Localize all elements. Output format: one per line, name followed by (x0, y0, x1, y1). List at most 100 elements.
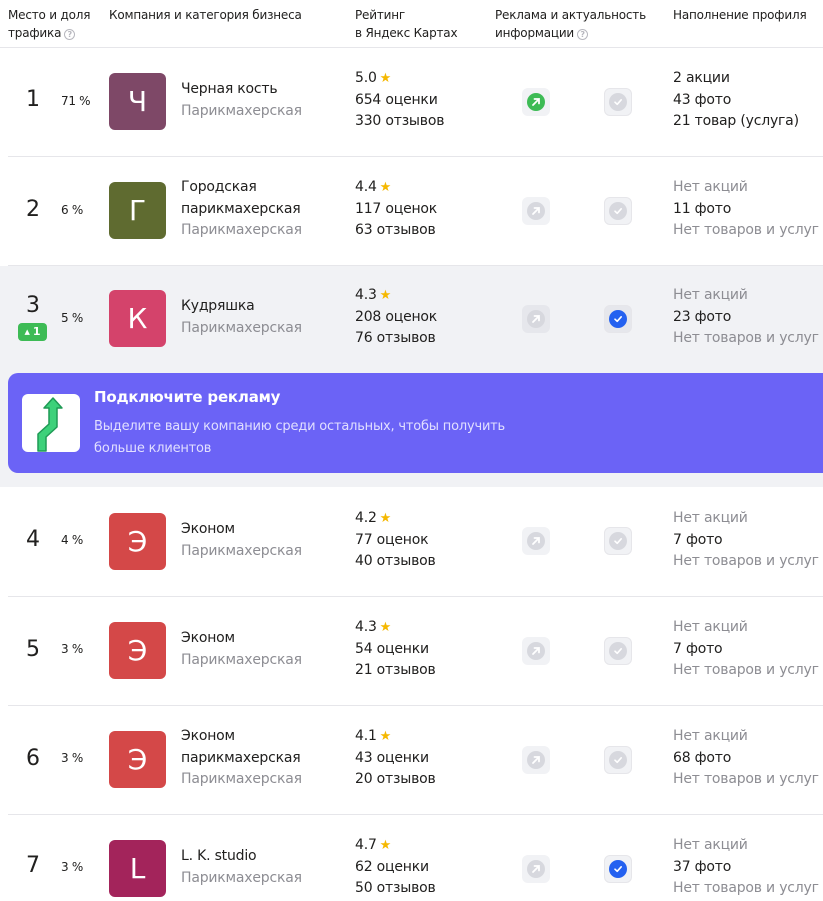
company-name[interactable]: L. K. studio (181, 846, 341, 868)
promo-banner[interactable]: Подключите рекламу Выделите вашу компани… (8, 373, 823, 473)
photos-count: 11 фото (673, 200, 732, 217)
info-actual-icon[interactable] (604, 88, 632, 116)
help-icon[interactable]: ? (577, 29, 589, 40)
traffic-share: 5 % (61, 311, 83, 325)
promo-title: Подключите рекламу (94, 388, 281, 406)
rank-change-badge: ▲ 1 (18, 323, 47, 341)
help-icon[interactable]: ? (64, 29, 76, 40)
avatar: L (109, 840, 166, 897)
rating-info: 4.2 ★ 77 оценок 40 отзывов (355, 508, 436, 573)
ratings-count: 54 оценки (355, 640, 429, 657)
promo-text: Выделите вашу компанию среди остальных, … (94, 419, 506, 456)
rank-number: 5 (26, 637, 40, 662)
company-name-line2[interactable]: парикмахерская (181, 199, 341, 221)
rating-info: 4.3 ★ 208 оценок 76 отзывов (355, 285, 437, 350)
actions-count: Нет акций (673, 837, 748, 853)
rating-info: 4.3 ★ 54 оценки 21 отзывов (355, 617, 436, 682)
table-row-current[interactable]: 3 ▲ 1 5 % К Кудряшка Парикмахерская 4.3 ★ … (0, 266, 823, 365)
growth-arrow-icon (22, 394, 80, 452)
rank-number: 7 (26, 853, 40, 878)
reviews-count: 63 отзывов (355, 222, 436, 238)
company-info[interactable]: L. K. studio Парикмахерская (181, 846, 341, 889)
company-name[interactable]: Городская (181, 177, 341, 199)
company-info[interactable]: Эконом Парикмахерская (181, 628, 341, 671)
actions-count: Нет акций (673, 179, 748, 195)
ad-status-icon[interactable] (522, 197, 550, 225)
info-actual-icon[interactable] (604, 305, 632, 333)
header-rating: Рейтинг в Яндекс Картах (355, 8, 458, 40)
info-actual-icon[interactable] (604, 855, 632, 883)
star-icon: ★ (379, 288, 392, 303)
table-row[interactable]: 6 3 % Э Эконом парикмахерская Парикмахер… (8, 706, 823, 815)
photos-count: 23 фото (673, 308, 732, 325)
rating-info: 4.7 ★ 62 оценки 50 отзывов (355, 835, 436, 900)
traffic-share: 3 % (61, 860, 83, 874)
company-name[interactable]: Эконом (181, 726, 341, 748)
goods-count: Нет товаров и услуг (673, 330, 819, 346)
avatar: К (109, 290, 166, 347)
table-row[interactable]: 2 6 % Г Городская парикмахерская Парикма… (8, 157, 823, 266)
company-category: Парикмахерская (181, 319, 302, 336)
company-name-line2[interactable]: парикмахерская (181, 748, 341, 770)
photos-count: 7 фото (673, 531, 723, 548)
rating-value: 4.3 (355, 287, 377, 303)
star-icon: ★ (379, 620, 392, 635)
rank-number: 2 (26, 197, 40, 222)
rank-number: 4 (26, 527, 40, 552)
profile-fill: Нет акций 68 фото Нет товаров и услуг (673, 726, 819, 791)
photos-count: 68 фото (673, 749, 732, 766)
goods-count: Нет товаров и услуг (673, 771, 819, 787)
rating-value: 4.3 (355, 619, 377, 635)
star-icon: ★ (379, 180, 392, 195)
ad-status-icon[interactable] (522, 88, 550, 116)
goods-count: 21 товар (услуга) (673, 113, 799, 129)
profile-fill: Нет акций 11 фото Нет товаров и услуг (673, 177, 819, 242)
star-icon: ★ (379, 71, 392, 86)
goods-count: Нет товаров и услуг (673, 662, 819, 678)
reviews-count: 21 отзывов (355, 662, 436, 678)
avatar: Э (109, 622, 166, 679)
info-actual-icon[interactable] (604, 746, 632, 774)
ad-status-icon[interactable] (522, 527, 550, 555)
info-actual-icon[interactable] (604, 527, 632, 555)
company-category: Парикмахерская (181, 869, 302, 886)
header-ads: Реклама и актуальность информации? (495, 8, 646, 40)
table-row[interactable]: 4 4 % Э Эконом Парикмахерская 4.2 ★ 77 оц… (8, 487, 823, 597)
company-info[interactable]: Эконом Парикмахерская (181, 519, 341, 562)
table-row[interactable]: 7 3 % L L. K. studio Парикмахерская 4.7 ★… (8, 815, 823, 901)
company-info[interactable]: Эконом парикмахерская Парикмахерская (181, 726, 341, 791)
ad-status-icon[interactable] (522, 637, 550, 665)
rating-info: 4.4 ★ 117 оценок 63 отзывов (355, 177, 437, 242)
star-icon: ★ (379, 729, 392, 744)
ad-status-icon[interactable] (522, 855, 550, 883)
rating-value: 5.0 (355, 70, 377, 86)
company-info[interactable]: Кудряшка Парикмахерская (181, 296, 341, 339)
goods-count: Нет товаров и услуг (673, 222, 819, 238)
ratings-count: 208 оценок (355, 308, 438, 325)
photos-count: 7 фото (673, 640, 723, 657)
company-category: Парикмахерская (181, 542, 302, 559)
company-name[interactable]: Кудряшка (181, 296, 341, 318)
ad-status-icon[interactable] (522, 305, 550, 333)
profile-fill: Нет акций 37 фото Нет товаров и услуг (673, 835, 819, 900)
company-info[interactable]: Черная кость Парикмахерская (181, 79, 341, 122)
rating-info: 4.1 ★ 43 оценки 20 отзывов (355, 726, 436, 791)
ad-status-icon[interactable] (522, 746, 550, 774)
company-info[interactable]: Городская парикмахерская Парикмахерская (181, 177, 341, 242)
table-row[interactable]: 5 3 % Э Эконом Парикмахерская 4.3 ★ 54 оц… (8, 597, 823, 706)
company-name[interactable]: Эконом (181, 628, 341, 650)
table-header: Место и доля трафика? Компания и категор… (0, 0, 823, 48)
photos-count: 43 фото (673, 91, 732, 108)
company-name[interactable]: Эконом (181, 519, 341, 541)
table-row[interactable]: 1 71 % Ч Черная кость Парикмахерская 5.0… (8, 48, 823, 157)
info-actual-icon[interactable] (604, 637, 632, 665)
goods-count: Нет товаров и услуг (673, 553, 819, 569)
ratings-count: 117 оценок (355, 200, 438, 217)
reviews-count: 76 отзывов (355, 330, 436, 346)
info-actual-icon[interactable] (604, 197, 632, 225)
header-profile: Наполнение профиля (673, 8, 807, 22)
traffic-share: 4 % (61, 533, 83, 547)
company-name[interactable]: Черная кость (181, 79, 341, 101)
avatar: Э (109, 513, 166, 570)
company-category: Парикмахерская (181, 222, 302, 238)
